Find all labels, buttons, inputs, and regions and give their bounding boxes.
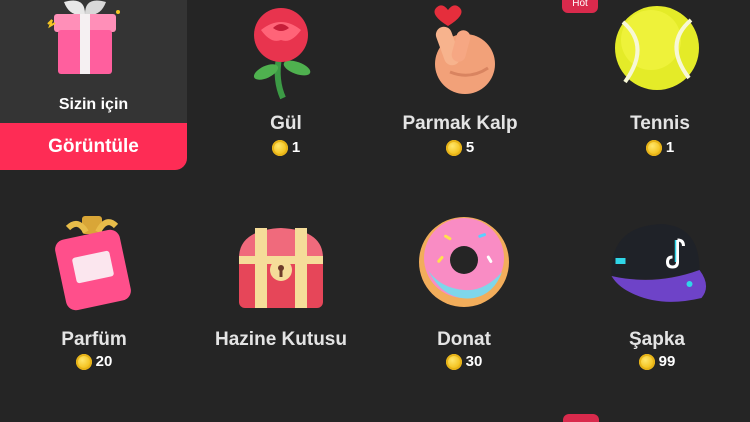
- gift-name: Hazine Kutusu: [215, 329, 347, 350]
- gift-tile-finger-heart[interactable]: Parmak Kalp 5: [370, 0, 550, 170]
- coin-icon: [645, 139, 662, 156]
- gift-tile-treasure-chest[interactable]: Hazine Kutusu: [191, 212, 371, 382]
- gift-tile-tennis[interactable]: Tennis 1: [570, 0, 750, 170]
- gift-name: Tennis: [630, 113, 690, 134]
- gift-tile-donut[interactable]: Donat 30: [374, 212, 554, 382]
- gift-name: Parmak Kalp: [402, 113, 518, 134]
- finger-heart-icon: [434, 5, 495, 94]
- gift-tile-rose[interactable]: Gül 1: [196, 0, 376, 170]
- coin-icon: [445, 353, 462, 370]
- featured-caption: Sizin için: [58, 96, 129, 113]
- treasure-chest-icon: [239, 228, 323, 308]
- gift-tile-cap[interactable]: Şapka 99: [567, 212, 747, 382]
- perfume-icon: [55, 216, 131, 311]
- gift-price: 20: [4, 353, 184, 370]
- featured-gift-card[interactable]: Sizin için Görüntüle: [0, 0, 187, 170]
- gift-name: Gül: [270, 113, 302, 134]
- gift-price: 30: [374, 353, 554, 370]
- gift-name: Donat: [437, 329, 491, 350]
- gift-price: 1: [196, 139, 376, 156]
- coin-icon: [638, 353, 655, 370]
- cap-icon: [611, 224, 707, 302]
- tennis-ball-icon: [615, 6, 699, 90]
- gift-price: 5: [370, 139, 550, 156]
- gift-name: Şapka: [629, 329, 685, 350]
- coin-icon: [445, 139, 462, 156]
- view-button[interactable]: Görüntüle: [0, 123, 187, 170]
- gift-price: 1: [570, 139, 750, 156]
- rose-icon: [253, 8, 311, 100]
- gift-name: Parfüm: [61, 329, 127, 350]
- gift-tile-perfume[interactable]: Parfüm 20: [4, 212, 184, 382]
- donut-icon: [419, 217, 509, 307]
- gift-box-icon: [47, 0, 120, 74]
- hot-badge-partial: [563, 414, 599, 422]
- coin-icon: [271, 139, 288, 156]
- gift-price: 99: [567, 353, 747, 370]
- coin-icon: [75, 353, 92, 370]
